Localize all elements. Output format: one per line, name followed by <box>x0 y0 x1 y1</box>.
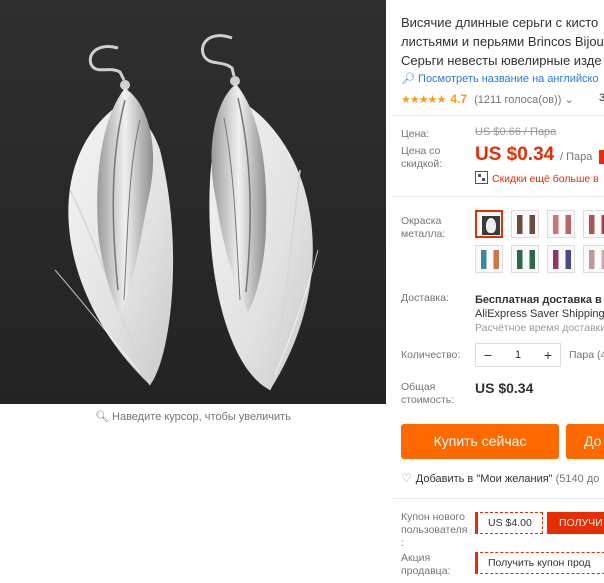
discount-price-label-line: Цена со <box>401 145 441 157</box>
shipping-line: AliExpress Saver Shipping <box>475 308 604 320</box>
old-price: US $0.66 / Пара <box>475 126 557 138</box>
wishlist-count: (5140 до <box>555 473 600 485</box>
quantity-label: Количество: <box>401 349 461 361</box>
color-option[interactable] <box>583 210 604 238</box>
color-option[interactable] <box>475 245 503 273</box>
heart-icon: ♡ <box>401 471 412 485</box>
wishlist-label: Добавить в "Мои желания" <box>415 473 553 485</box>
shipping-label: Доставка: <box>401 292 450 304</box>
chevron-down-icon: ⌄ <box>564 94 574 106</box>
product-info-panel: Висячие длинные серьги с кисто листьями … <box>393 0 604 583</box>
quantity-input[interactable]: 1 <box>500 344 536 366</box>
total-label-line: Общая <box>401 381 436 393</box>
coupon-label-line: Купон нового <box>401 511 465 523</box>
total-label-line: стоимость: <box>401 394 455 406</box>
new-user-coupon-label: Купон нового пользователя : <box>401 511 468 550</box>
zoom-hint: 🔍︎ Наведите курсор, чтобы увеличить <box>0 404 386 430</box>
magnifier-icon: 🔍︎ <box>95 411 110 423</box>
total-price: US $0.34 <box>475 380 534 396</box>
discount-price-label: Цена со скидкой: <box>401 145 442 171</box>
price-unit: / Пара <box>560 151 593 163</box>
product-title-line: Висячие длинные серьги с кисто <box>401 15 599 30</box>
buy-now-button[interactable]: Купить сейчас <box>401 424 559 459</box>
app-discount-link[interactable]: Скидки ещё больше в <box>475 171 599 185</box>
zoom-hint-text: Наведите курсор, чтобы увеличить <box>112 411 291 423</box>
product-image[interactable] <box>0 0 386 404</box>
divider <box>393 196 604 197</box>
translate-link-text: Посмотреть название на английско <box>418 73 599 85</box>
quantity-plus-button[interactable]: + <box>536 344 560 366</box>
seller-promo-label: Акция продавца: <box>401 552 450 578</box>
product-title-line: Серьги невесты ювелирные изде <box>401 53 602 68</box>
rating-count: (1211 голоса(ов)) <box>474 94 562 106</box>
color-option[interactable] <box>583 245 604 273</box>
shipping-line: Бесплатная доставка в Р <box>475 294 604 306</box>
app-discount-text: Скидки ещё больше в <box>492 173 599 185</box>
new-user-coupon-value: US $4.00 <box>475 512 543 534</box>
color-option[interactable] <box>475 210 503 238</box>
quantity-stepper: − 1 + <box>475 343 561 367</box>
add-to-wishlist[interactable]: ♡ Добавить в "Мои желания" (5140 до <box>401 471 599 485</box>
color-option[interactable] <box>511 245 539 273</box>
rating-value: 4.7 <box>450 92 468 106</box>
coupon-label-line: пользователя <box>401 524 468 536</box>
divider <box>393 498 604 499</box>
qr-code-icon <box>475 171 488 184</box>
color-option[interactable] <box>511 210 539 238</box>
rating[interactable]: ★★★★★ 4.7 (1211 голоса(ов)) ⌄ <box>401 92 574 106</box>
get-coupon-button[interactable]: ПОЛУЧИ <box>547 512 604 534</box>
color-label-line: металла: <box>401 228 446 240</box>
product-title-line: листьями и перьями Brincos Bijou <box>401 34 604 49</box>
discount-badge <box>599 150 604 164</box>
seller-promo-label-line: продавца: <box>401 565 451 577</box>
orders-count: 3 <box>599 92 604 104</box>
quantity-minus-button[interactable]: − <box>476 344 500 366</box>
seller-coupon-button[interactable]: Получить купон прод <box>475 552 604 574</box>
delivery-estimate: Расчётное время доставки <box>475 322 604 334</box>
translate-title-link[interactable]: 🔎︎ Посмотреть название на английско <box>401 72 599 85</box>
product-title: Висячие длинные серьги с кисто листьями … <box>401 13 604 70</box>
shipping-method[interactable]: Бесплатная доставка в Р AliExpress Saver… <box>475 293 604 321</box>
seller-promo-label-line: Акция <box>401 552 431 564</box>
star-rating-icon: ★★★★★ <box>401 94 446 106</box>
color-option[interactable] <box>547 245 575 273</box>
earrings-photo <box>0 0 386 404</box>
color-label-line: Окраска <box>401 215 442 227</box>
total-label: Общая стоимость: <box>401 381 454 407</box>
quantity-unit: Пара (4 <box>569 349 604 361</box>
discount-price-label-line: скидкой: <box>401 158 443 170</box>
translate-icon: 🔎︎ <box>401 73 415 85</box>
coupon-label-line: : <box>401 537 404 549</box>
price-label: Цена: <box>401 128 430 140</box>
color-label: Окраска металла: <box>401 215 445 241</box>
divider <box>393 115 604 116</box>
add-to-cart-button[interactable]: До <box>566 424 604 459</box>
discount-price: US $0.34 <box>475 144 555 165</box>
color-option[interactable] <box>547 210 575 238</box>
